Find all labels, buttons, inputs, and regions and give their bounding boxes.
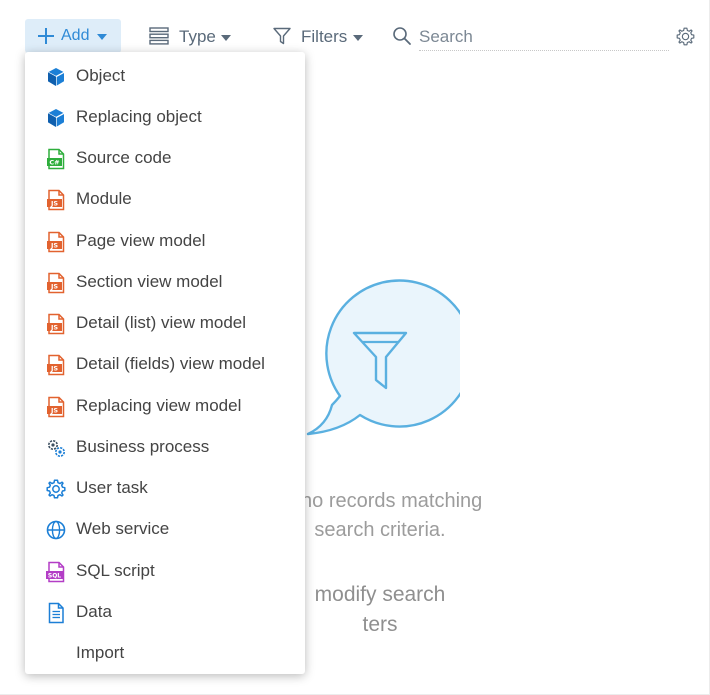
menu-item-label: Web service [76,519,170,538]
menu-item-detail-fields-view-model[interactable]: JS Detail (fields) view model [25,342,305,383]
add-dropdown-menu: Object Replacing object C# Source code J… [25,52,305,674]
business-process-gears-icon [48,440,65,457]
menu-item-import[interactable]: Import [25,631,305,672]
replacing-object-cube-icon [47,109,65,127]
list-icon [149,27,169,45]
menu-item-label: Module [76,189,132,208]
search-box [392,19,702,53]
menu-item-data[interactable]: Data [25,590,305,631]
menu-item-label: Replacing view model [76,396,242,415]
csharp-file-icon: C# [47,148,65,170]
menu-item-label: Import [76,643,125,662]
svg-text:JS: JS [50,407,58,415]
js-file-icon: JS [47,272,65,294]
svg-text:JS: JS [50,200,58,208]
menu-item-label: User task [76,478,148,497]
menu-item-label: Replacing object [76,107,202,126]
menu-item-replacing-view-model[interactable]: JS Replacing view model [25,384,305,425]
menu-item-label: Page view model [76,231,206,250]
menu-item-page-view-model[interactable]: JS Page view model [25,219,305,260]
js-file-icon: JS [47,396,65,418]
menu-item-module[interactable]: JS Module [25,177,305,218]
svg-text:JS: JS [50,365,58,373]
chevron-down-icon [97,34,107,40]
svg-text:JS: JS [50,324,58,332]
add-button[interactable]: Add [25,19,121,53]
menu-item-web-service[interactable]: Web service [25,507,305,548]
svg-text:SQL: SQL [48,573,61,580]
menu-item-label: Section view model [76,272,223,291]
menu-item-label: Detail (list) view model [76,313,247,332]
menu-item-replacing-object[interactable]: Replacing object [25,95,305,136]
menu-item-label: Business process [76,437,210,456]
sql-file-icon: SQL [46,561,65,583]
svg-text:JS: JS [50,283,58,291]
menu-item-label: Detail (fields) view model [76,354,265,373]
search-input[interactable] [419,23,669,51]
filters-dropdown-label: Filters [301,27,348,46]
js-file-icon: JS [47,354,65,376]
type-dropdown-label: Type [179,27,216,46]
menu-item-business-process[interactable]: Business process [25,425,305,466]
gear-icon[interactable] [675,26,696,47]
menu-item-label: SQL script [76,561,155,580]
menu-item-source-code[interactable]: C# Source code [25,136,305,177]
funnel-icon [273,27,291,45]
chevron-down-icon [353,35,363,41]
menu-item-user-task[interactable]: User task [25,466,305,507]
menu-item-detail-list-view-model[interactable]: JS Detail (list) view model [25,301,305,342]
object-cube-icon [47,68,65,86]
toolbar: Add Type Filters [0,18,710,54]
menu-item-object[interactable]: Object [25,54,305,95]
js-file-icon: JS [47,231,65,253]
chevron-down-icon [221,35,231,41]
js-file-icon: JS [47,189,65,211]
no-records-illustration [306,279,460,436]
add-button-label: Add [61,27,90,44]
user-task-gear-icon [46,479,66,499]
menu-item-label: Source code [76,148,172,167]
svg-text:JS: JS [50,242,58,250]
menu-item-label: Data [76,602,112,621]
plus-icon [37,27,55,45]
search-icon [393,27,411,45]
web-service-globe-icon [46,520,66,540]
menu-item-sql-script[interactable]: SQL SQL script [25,549,305,590]
data-document-icon [48,602,64,624]
menu-item-label: Object [76,66,126,85]
svg-text:C#: C# [49,159,59,167]
js-file-icon: JS [47,313,65,335]
menu-item-section-view-model[interactable]: JS Section view model [25,260,305,301]
